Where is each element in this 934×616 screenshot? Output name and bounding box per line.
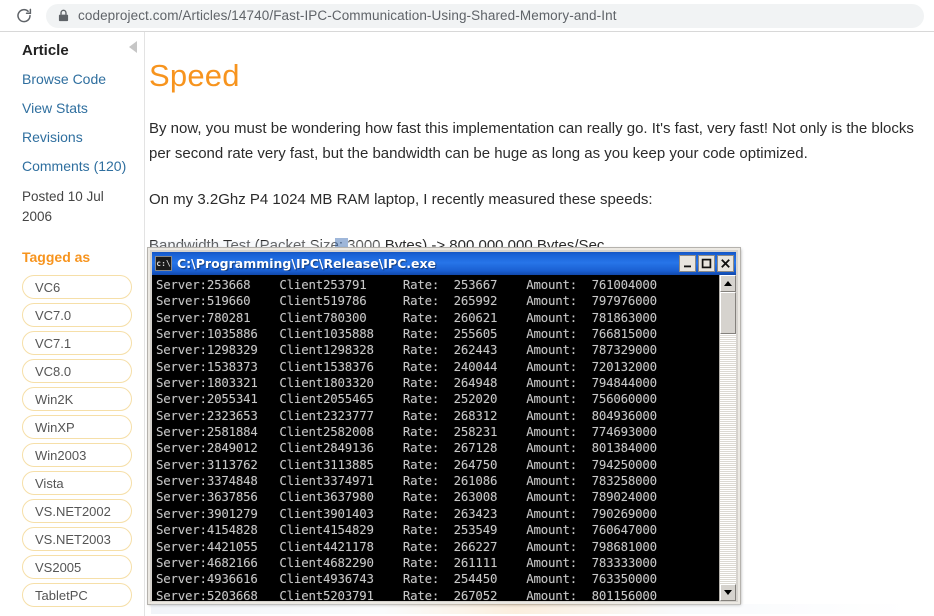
- cmd-prompt-icon: c:\: [155, 256, 172, 271]
- article-content: Speed By now, you must be wondering how …: [145, 32, 934, 616]
- sidebar-title: Article: [22, 42, 144, 59]
- address-bar-url: codeproject.com/Articles/14740/Fast-IPC-…: [78, 8, 617, 23]
- tag-chip[interactable]: VC7.1: [22, 331, 132, 355]
- article-paragraph: On my 3.2Ghz P4 1024 MB RAM laptop, I re…: [149, 187, 916, 212]
- tag-chip[interactable]: Win2K: [22, 387, 132, 411]
- maximize-icon: [701, 258, 712, 269]
- article-sidebar: Article Browse Code View Stats Revisions…: [0, 32, 145, 616]
- scroll-down-button[interactable]: [720, 584, 736, 601]
- cmd-prompt-icon-label: c:\: [156, 260, 170, 268]
- reload-button[interactable]: [10, 2, 38, 30]
- maximize-button[interactable]: [698, 255, 715, 272]
- close-icon: [720, 258, 731, 269]
- tag-chip[interactable]: VS.NET2002: [22, 499, 132, 523]
- tag-chip[interactable]: WinXP: [22, 415, 132, 439]
- sidebar-item-view-stats[interactable]: View Stats: [22, 100, 144, 116]
- console-window-screenshot: c:\ C:\Programming\IPC\Release\IPC.exe: [148, 248, 740, 604]
- console-scrollbar[interactable]: [719, 275, 736, 601]
- sidebar-item-comments[interactable]: Comments (120): [22, 158, 144, 174]
- tag-chip[interactable]: TabletPC: [22, 583, 132, 607]
- sidebar-item-browse-code[interactable]: Browse Code: [22, 71, 144, 87]
- tag-chip[interactable]: VC6: [22, 275, 132, 299]
- tagged-as-heading: Tagged as: [22, 249, 144, 265]
- scrollbar-track[interactable]: [720, 334, 736, 584]
- background-artifact: [151, 604, 911, 614]
- tag-chip[interactable]: VS2005: [22, 555, 132, 579]
- scroll-down-arrow-icon: [724, 590, 732, 595]
- browser-toolbar: codeproject.com/Articles/14740/Fast-IPC-…: [0, 0, 934, 32]
- console-output-text: Server:253668 Client253791 Rate: 253667 …: [152, 275, 719, 601]
- console-window-title: C:\Programming\IPC\Release\IPC.exe: [177, 256, 679, 271]
- close-button[interactable]: [717, 255, 734, 272]
- reload-icon: [15, 7, 33, 25]
- console-title-bar: c:\ C:\Programming\IPC\Release\IPC.exe: [152, 252, 736, 275]
- collapse-left-arrow-icon[interactable]: [129, 41, 137, 53]
- page-body: Article Browse Code View Stats Revisions…: [0, 32, 934, 616]
- minimize-icon: [682, 258, 693, 269]
- posted-date: Posted 10 Jul 2006: [22, 187, 117, 227]
- window-controls: [679, 255, 734, 272]
- tag-chip[interactable]: Win2003: [22, 443, 132, 467]
- address-bar[interactable]: codeproject.com/Articles/14740/Fast-IPC-…: [46, 4, 924, 28]
- tag-chip[interactable]: VC7.0: [22, 303, 132, 327]
- sidebar-item-revisions[interactable]: Revisions: [22, 129, 144, 145]
- tag-chip[interactable]: Vista: [22, 471, 132, 495]
- lock-icon: [58, 9, 69, 22]
- tag-chip[interactable]: VS.NET2003: [22, 527, 132, 551]
- console-output-area: Server:253668 Client253791 Rate: 253667 …: [152, 275, 736, 601]
- minimize-button[interactable]: [679, 255, 696, 272]
- article-paragraph: By now, you must be wondering how fast t…: [149, 116, 916, 166]
- scrollbar-thumb[interactable]: [720, 292, 736, 334]
- tag-chip[interactable]: VC8.0: [22, 359, 132, 383]
- page-title: Speed: [149, 58, 916, 94]
- scroll-up-arrow-icon: [724, 281, 732, 286]
- scroll-up-button[interactable]: [720, 275, 736, 292]
